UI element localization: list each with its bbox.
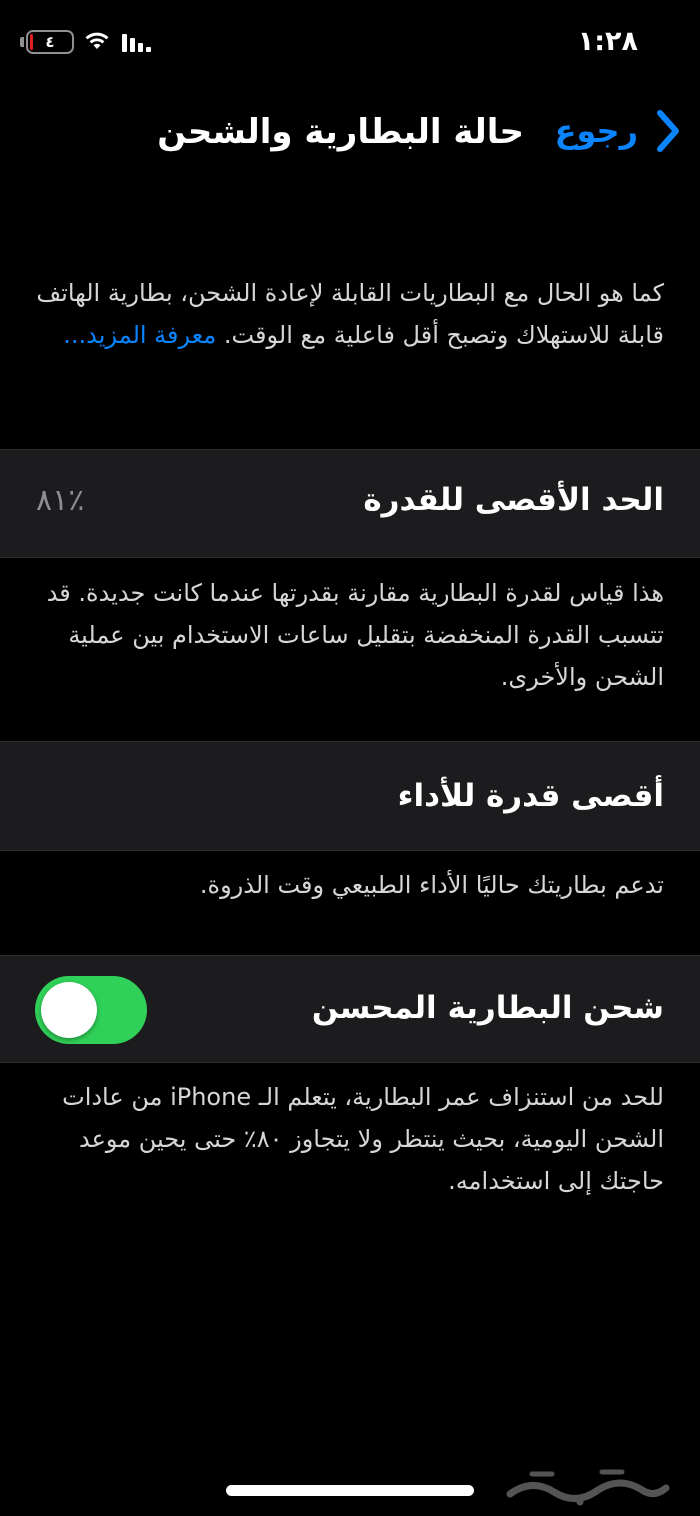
status-bar: ٤ ١:٢٨ xyxy=(0,0,700,88)
back-label: رجوع xyxy=(554,112,638,150)
maximum-capacity-footnote: هذا قياس لقدرة البطارية مقارنة بقدرتها ع… xyxy=(46,579,664,691)
optimized-charging-toggle[interactable] xyxy=(35,976,147,1044)
maximum-capacity-value: ٪٨١ xyxy=(36,483,85,518)
battery-level-fill xyxy=(30,34,34,50)
maximum-capacity-row: الحد الأقصى للقدرة ٪٨١ xyxy=(0,449,700,558)
learn-more-link[interactable]: معرفة المزيد... xyxy=(63,321,216,349)
chevron-back-icon xyxy=(657,110,679,152)
toggle-knob xyxy=(41,982,97,1038)
optimized-charging-row: شحن البطارية المحسن xyxy=(0,955,700,1063)
battery-icon: ٤ xyxy=(26,30,74,54)
navigation-bar: رجوع حالة البطارية والشحن xyxy=(0,100,700,170)
battery-nub xyxy=(20,37,24,47)
optimized-charging-label: شحن البطارية المحسن xyxy=(311,990,664,1026)
intro-text: كما هو الحال مع البطاريات القابلة لإعادة… xyxy=(36,272,664,356)
peak-performance-footnote: تدعم بطاريتك حاليًا الأداء الطبيعي وقت ا… xyxy=(199,871,664,899)
back-button[interactable]: رجوع xyxy=(555,108,682,154)
optimized-charging-footnote: للحد من استنزاف عمر البطارية، يتعلم الـ … xyxy=(62,1083,664,1195)
cellular-signal-icon xyxy=(122,34,151,52)
peak-performance-row: أقصى قدرة للأداء xyxy=(0,741,700,851)
maximum-capacity-label: الحد الأقصى للقدرة xyxy=(363,482,664,518)
wifi-icon xyxy=(85,32,109,49)
battery-level-text: ٤ xyxy=(45,33,55,51)
home-indicator[interactable] xyxy=(226,1485,474,1496)
status-time: ١:٢٨ xyxy=(577,26,638,57)
haraj-logo xyxy=(506,1469,670,1506)
peak-performance-label: أقصى قدرة للأداء xyxy=(397,778,664,814)
page-title: حالة البطارية والشحن xyxy=(157,112,524,152)
